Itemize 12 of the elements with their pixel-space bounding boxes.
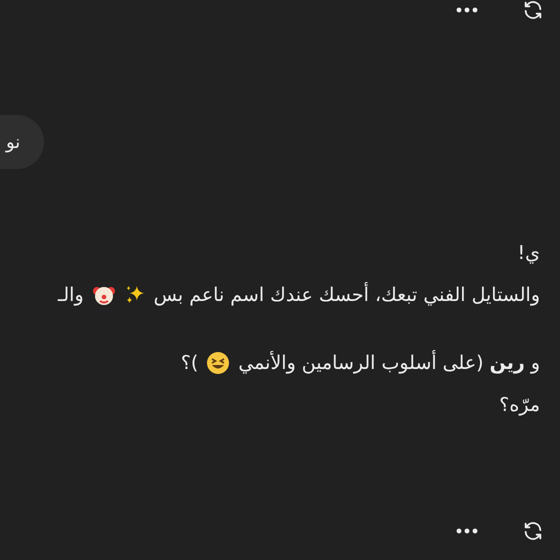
refresh-icon[interactable] [522,520,544,542]
reply-text: والـ [58,283,84,308]
reply-text: والستايل الفني تبعك، أحسك عندك اسم ناعم بس [154,281,540,308]
reply-text: و رين (على أسلوب الرسامين والأنمي [238,349,540,376]
refresh-icon[interactable] [522,0,544,21]
message-bubble: نو [0,115,44,169]
reply-text: مرّه؟ [499,393,540,418]
reply-text: )؟ [180,351,198,376]
laughing-emoji-icon [206,351,230,375]
more-icon[interactable] [456,528,478,534]
reply-text: ي! [518,241,540,266]
more-icon[interactable] [456,7,478,13]
